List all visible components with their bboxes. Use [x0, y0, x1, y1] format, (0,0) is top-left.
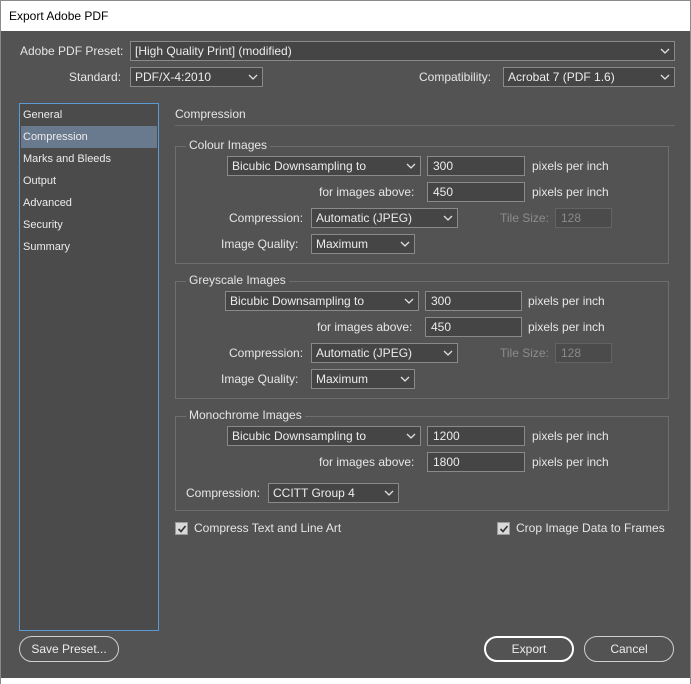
- cancel-button[interactable]: Cancel: [584, 636, 674, 662]
- compatibility-value: Acrobat 7 (PDF 1.6): [508, 70, 615, 84]
- chevron-down-icon: [443, 213, 453, 223]
- preset-label: Adobe PDF Preset:: [20, 44, 124, 58]
- chevron-down-icon: [400, 239, 410, 249]
- category-list: General Compression Marks and Bleeds Out…: [19, 103, 159, 631]
- greyscale-tile-label: Tile Size:: [500, 346, 549, 360]
- chevron-down-icon: [660, 46, 670, 56]
- colour-downsampling-dropdown[interactable]: Bicubic Downsampling to: [227, 156, 421, 176]
- greyscale-compression-value: Automatic (JPEG): [316, 346, 413, 360]
- chevron-down-icon: [248, 72, 258, 82]
- greyscale-ppi-input[interactable]: 300: [425, 291, 522, 311]
- export-pdf-dialog: Export Adobe PDF Adobe PDF Preset: [High…: [0, 0, 691, 684]
- title-bar[interactable]: Export Adobe PDF: [1, 1, 690, 31]
- standard-value: PDF/X-4:2010: [135, 70, 212, 84]
- checkmark-icon: [499, 525, 509, 533]
- greyscale-compression-label: Compression:: [229, 346, 304, 360]
- colour-tile-input[interactable]: 128: [555, 208, 612, 228]
- greyscale-quality-value: Maximum: [316, 372, 369, 386]
- window-bottom-frame: [1, 678, 690, 684]
- colour-downsampling-value: Bicubic Downsampling to: [232, 159, 367, 173]
- standard-label: Standard:: [69, 70, 122, 84]
- mono-compression-dropdown[interactable]: CCITT Group 4: [268, 483, 399, 503]
- preset-value: [High Quality Print] (modified): [135, 44, 292, 58]
- colour-ppi-input[interactable]: 300: [427, 156, 525, 176]
- mono-ppi-input[interactable]: 1200: [427, 426, 525, 446]
- compress-text-label[interactable]: Compress Text and Line Art: [194, 521, 341, 535]
- colour-compression-value: Automatic (JPEG): [316, 211, 413, 225]
- compress-text-checkbox[interactable]: [175, 522, 188, 535]
- mono-above-label: for images above:: [319, 455, 415, 469]
- mono-downsampling-dropdown[interactable]: Bicubic Downsampling to: [227, 426, 421, 446]
- standard-dropdown[interactable]: PDF/X-4:2010: [130, 67, 263, 87]
- colour-above-unit: pixels per inch: [532, 185, 609, 199]
- greyscale-quality-dropdown[interactable]: Maximum: [311, 369, 415, 389]
- mono-ppi-unit: pixels per inch: [532, 429, 609, 443]
- colour-quality-dropdown[interactable]: Maximum: [311, 234, 415, 254]
- mono-compression-value: CCITT Group 4: [273, 486, 355, 500]
- sidebar-item-summary[interactable]: Summary: [21, 236, 157, 258]
- save-preset-button[interactable]: Save Preset...: [19, 636, 119, 662]
- mono-compression-label: Compression:: [186, 486, 261, 500]
- greyscale-quality-label: Image Quality:: [221, 372, 299, 386]
- greyscale-above-label: for images above:: [317, 320, 413, 334]
- chevron-down-icon: [400, 374, 410, 384]
- chevron-down-icon: [404, 296, 414, 306]
- greyscale-ppi-unit: pixels per inch: [528, 294, 605, 308]
- colour-quality-label: Image Quality:: [221, 237, 299, 251]
- sidebar-item-advanced[interactable]: Advanced: [21, 192, 157, 214]
- colour-quality-value: Maximum: [316, 237, 369, 251]
- sidebar-item-output[interactable]: Output: [21, 170, 157, 192]
- greyscale-downsampling-value: Bicubic Downsampling to: [230, 294, 365, 308]
- greyscale-downsampling-dropdown[interactable]: Bicubic Downsampling to: [225, 291, 419, 311]
- compatibility-label: Compatibility:: [419, 70, 492, 84]
- mono-above-input[interactable]: 1800: [427, 452, 525, 472]
- chevron-down-icon: [406, 431, 416, 441]
- colour-compression-label: Compression:: [229, 211, 304, 225]
- sidebar-item-marks-and-bleeds[interactable]: Marks and Bleeds: [21, 148, 157, 170]
- chevron-down-icon: [443, 348, 453, 358]
- greyscale-images-title: Greyscale Images: [186, 273, 289, 287]
- mono-above-unit: pixels per inch: [532, 455, 609, 469]
- sidebar-item-compression[interactable]: Compression: [21, 126, 157, 148]
- crop-image-checkbox[interactable]: [497, 522, 510, 535]
- colour-above-label: for images above:: [319, 185, 415, 199]
- monochrome-images-title: Monochrome Images: [186, 408, 305, 422]
- greyscale-above-unit: pixels per inch: [528, 320, 605, 334]
- window-title: Export Adobe PDF: [9, 9, 109, 23]
- mono-downsampling-value: Bicubic Downsampling to: [232, 429, 367, 443]
- colour-ppi-unit: pixels per inch: [532, 159, 609, 173]
- crop-image-label[interactable]: Crop Image Data to Frames: [516, 521, 665, 535]
- colour-images-title: Colour Images: [186, 138, 271, 152]
- checkmark-icon: [177, 525, 187, 533]
- greyscale-above-input[interactable]: 450: [425, 317, 522, 337]
- compatibility-dropdown[interactable]: Acrobat 7 (PDF 1.6): [503, 67, 675, 87]
- panel-title: Compression: [175, 107, 246, 121]
- chevron-down-icon: [406, 161, 416, 171]
- export-button[interactable]: Export: [484, 636, 574, 662]
- sidebar-item-general[interactable]: General: [21, 104, 157, 126]
- chevron-down-icon: [384, 488, 394, 498]
- colour-compression-dropdown[interactable]: Automatic (JPEG): [311, 208, 458, 228]
- panel-title-divider: [175, 125, 675, 126]
- preset-dropdown[interactable]: [High Quality Print] (modified): [130, 41, 675, 61]
- colour-tile-label: Tile Size:: [500, 211, 549, 225]
- greyscale-compression-dropdown[interactable]: Automatic (JPEG): [311, 343, 458, 363]
- greyscale-tile-input[interactable]: 128: [555, 343, 612, 363]
- sidebar-item-security[interactable]: Security: [21, 214, 157, 236]
- chevron-down-icon: [660, 72, 670, 82]
- colour-above-input[interactable]: 450: [427, 182, 525, 202]
